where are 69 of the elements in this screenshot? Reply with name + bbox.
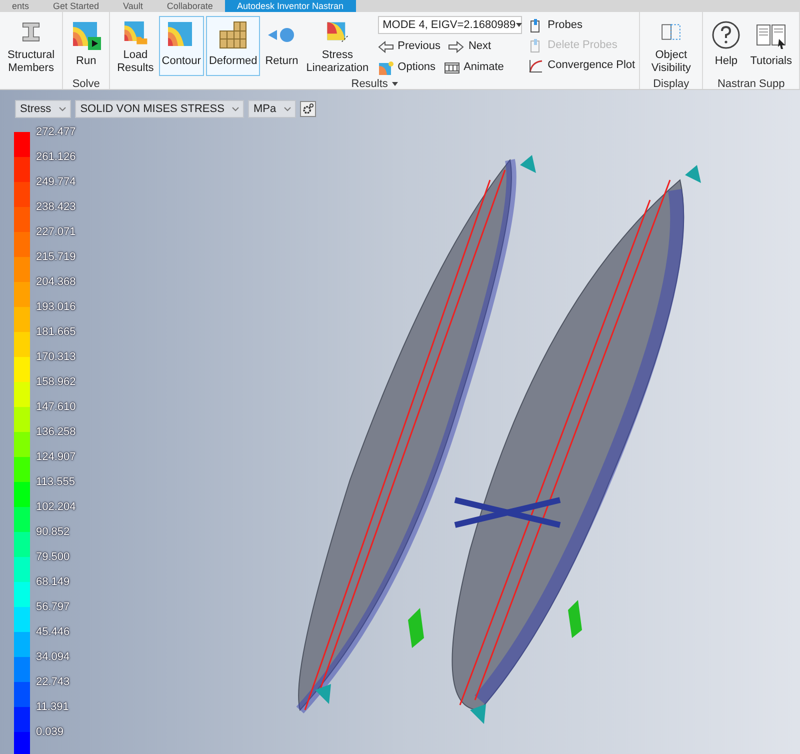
ribbon-button[interactable]: Object Visibility xyxy=(644,16,698,76)
group-title: Nastran Supp xyxy=(717,76,785,89)
legend-value: 68.149 xyxy=(36,575,70,589)
ribbon-button[interactable]: Contour xyxy=(158,16,204,76)
legend-value: 113.555 xyxy=(36,475,75,489)
caret-icon xyxy=(516,23,522,27)
mode-dropdown[interactable]: MODE 4, EIGV=2.1680989 xyxy=(378,16,522,34)
left-arrow-icon xyxy=(378,38,394,54)
film-strip-icon xyxy=(444,60,460,76)
small-ribbon-button[interactable]: Convergence Plot xyxy=(528,57,636,74)
ribbon-button[interactable]: Help xyxy=(707,16,746,76)
ribbon-tab[interactable]: Collaborate xyxy=(154,0,225,12)
legend-value: 0.039 xyxy=(36,725,64,739)
chevron-icon xyxy=(232,106,240,112)
legend-value: 136.258 xyxy=(36,425,76,439)
group-title: Results xyxy=(351,76,388,89)
chevron-icon xyxy=(284,106,292,112)
ribbon-button[interactable]: Return xyxy=(262,16,302,76)
ribbon-button[interactable]: Deformed xyxy=(206,16,260,76)
result-dropdown[interactable]: MPa xyxy=(248,100,296,118)
legend-value: 22.743 xyxy=(36,675,70,689)
small-ribbon-button[interactable]: Previous xyxy=(378,38,440,55)
legend-value: 124.907 xyxy=(36,450,76,464)
contour-play-icon xyxy=(70,19,102,51)
legend-value: 45.446 xyxy=(36,625,70,639)
small-ribbon-button[interactable]: Animate xyxy=(444,59,504,76)
legend-value: 90.852 xyxy=(36,525,70,539)
chevron-icon xyxy=(59,106,66,112)
ribbon-tab[interactable]: Vault xyxy=(111,0,155,12)
contour-icon xyxy=(378,60,394,76)
legend-value: 34.094 xyxy=(36,650,70,664)
help-icon xyxy=(710,19,742,51)
legend-value: 238.423 xyxy=(36,200,76,214)
legend-value: 158.962 xyxy=(36,375,76,389)
caret-icon[interactable] xyxy=(392,82,398,86)
ribbon-button[interactable]: Tutorials xyxy=(747,16,795,76)
group-title: Solve xyxy=(72,76,100,89)
result-dropdown[interactable]: SOLID VON MISES STRESS xyxy=(75,100,244,118)
legend-value: 227.071 xyxy=(36,225,76,239)
legend-value: 170.313 xyxy=(36,350,76,364)
small-ribbon-button[interactable]: Probes xyxy=(528,17,582,34)
small-ribbon-button[interactable]: Options xyxy=(378,59,436,76)
right-arrow-icon xyxy=(448,38,464,54)
legend-value: 204.368 xyxy=(36,275,76,289)
group-title: Display xyxy=(653,76,690,89)
ribbon-tab[interactable]: Autodesk Inventor Nastran xyxy=(224,0,356,12)
ribbon-tab[interactable]: Get Started xyxy=(41,0,112,12)
ribbon-button[interactable]: Stress Linearization xyxy=(303,16,372,76)
legend-value: 56.797 xyxy=(36,600,70,614)
ribbon-button[interactable]: Run xyxy=(67,16,106,76)
settings-icon[interactable] xyxy=(300,101,316,117)
legend-value: 79.500 xyxy=(36,550,70,564)
legend-value: 272.477 xyxy=(36,125,76,139)
legend-value: 102.204 xyxy=(36,500,76,514)
cube-grid-icon xyxy=(217,19,250,51)
legend-value: 261.126 xyxy=(36,150,76,164)
legend-value: 215.719 xyxy=(36,250,76,264)
ribbon-button[interactable]: Load Results xyxy=(114,16,157,76)
result-dropdown[interactable]: Stress xyxy=(15,100,72,118)
dropdown-value: MODE 4, EIGV=2.1680989 xyxy=(382,18,516,33)
ribbon-tab[interactable]: ents xyxy=(0,0,42,12)
small-ribbon-button[interactable]: Next xyxy=(448,38,492,55)
legend-value: 249.774 xyxy=(36,175,76,189)
legend-value: 11.391 xyxy=(36,700,69,714)
ribbon-button[interactable]: Structural Members xyxy=(4,16,58,76)
curve-chart-icon xyxy=(528,58,544,74)
legend-value: 147.610 xyxy=(36,400,76,414)
legend-value: 193.016 xyxy=(36,300,76,314)
legend-value: 181.665 xyxy=(36,325,76,339)
